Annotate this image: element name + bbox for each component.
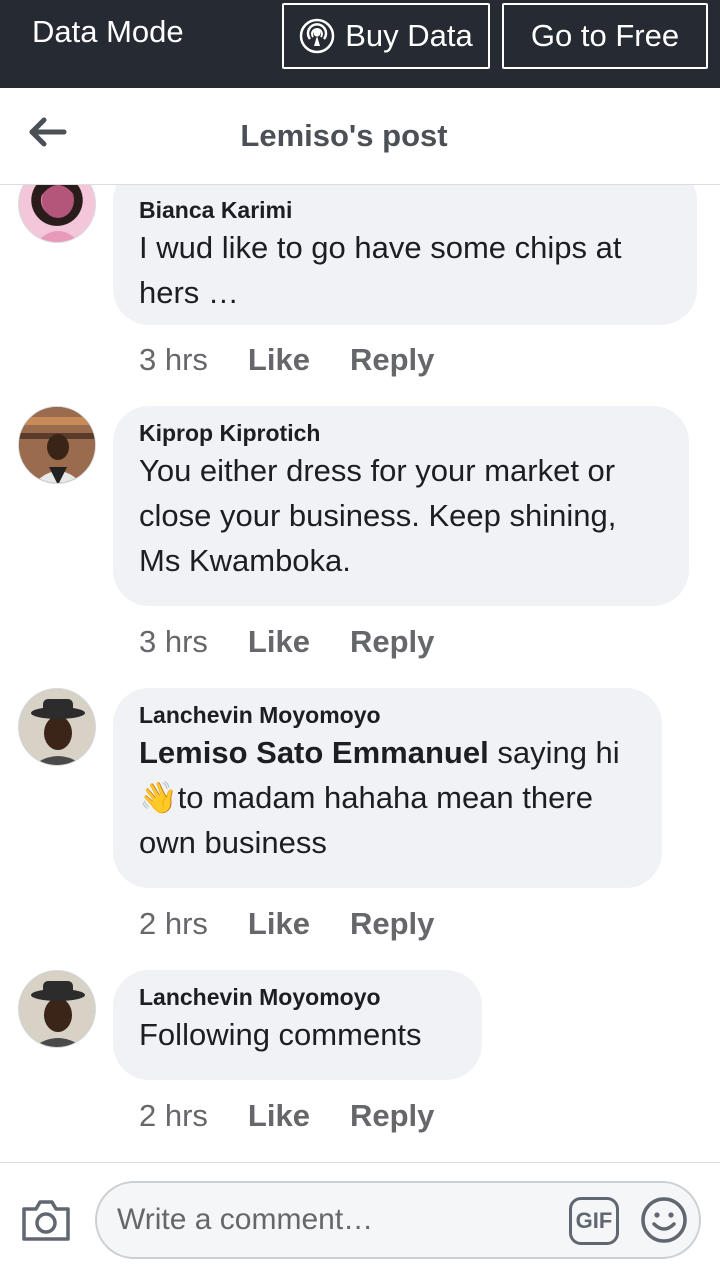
mention-link[interactable]: Lemiso Sato Emmanuel [139, 735, 489, 770]
like-button[interactable]: Like [248, 622, 310, 662]
comment-author[interactable]: Lanchevin Moyomoyo [139, 700, 636, 730]
comment-bubble[interactable]: Bianca Karimi I wud like to go have some… [113, 185, 697, 325]
comment-actions: 3 hrs Like Reply [139, 340, 434, 380]
go-to-free-label: Go to Free [530, 18, 680, 53]
comment-bubble[interactable]: Lanchevin Moyomoyo Lemiso Sato Emmanuel … [113, 688, 662, 888]
comment-composer: GIF [0, 1162, 720, 1274]
broadcast-icon [299, 18, 335, 54]
comment-actions: 3 hrs Like Reply [139, 622, 434, 662]
like-button[interactable]: Like [248, 340, 310, 380]
comment-actions: 2 hrs Like Reply [139, 1096, 434, 1136]
avatar-image [19, 689, 95, 765]
avatar[interactable] [18, 185, 96, 243]
comment-author[interactable]: Bianca Karimi [139, 195, 671, 225]
avatar-image [37, 185, 79, 242]
avatar[interactable] [18, 688, 96, 766]
gif-icon[interactable]: GIF [569, 1197, 619, 1245]
reply-button[interactable]: Reply [350, 904, 434, 944]
buy-data-button[interactable]: Buy Data [282, 3, 490, 69]
like-button[interactable]: Like [248, 904, 310, 944]
buy-data-label: Buy Data [345, 18, 473, 53]
comment-text: Following comments [139, 1017, 422, 1052]
comment-author[interactable]: Lanchevin Moyomoyo [139, 982, 456, 1012]
smiley-icon[interactable] [639, 1195, 689, 1245]
comment-time: 3 hrs [139, 624, 208, 659]
comment-time: 2 hrs [139, 906, 208, 941]
comment-input[interactable] [117, 1195, 557, 1245]
comment-bubble[interactable]: Kiprop Kiprotich You either dress for yo… [113, 406, 689, 606]
gif-label: GIF [575, 1208, 613, 1233]
reply-button[interactable]: Reply [350, 340, 434, 380]
like-button[interactable]: Like [248, 1096, 310, 1136]
comment-bubble[interactable]: Lanchevin Moyomoyo Following comments [113, 970, 482, 1080]
waving-hand-emoji: 👋 [139, 780, 178, 815]
page-title: Lemiso's post [240, 118, 448, 153]
comment-text: You either dress for your market or clos… [139, 453, 617, 578]
avatar-image [19, 407, 95, 483]
comment-text-part: to madam hahaha mean there own business [139, 780, 593, 860]
comment-text: Lemiso Sato Emmanuel saying hi 👋to madam… [139, 730, 636, 865]
avatar[interactable] [18, 970, 96, 1048]
reply-button[interactable]: Reply [350, 622, 434, 662]
comments-list[interactable]: Bianca Karimi I wud like to go have some… [0, 185, 720, 1162]
avatar-image [19, 971, 95, 1047]
comment-input-box[interactable]: GIF [95, 1181, 701, 1259]
comment-author[interactable]: Kiprop Kiprotich [139, 418, 663, 448]
reply-button[interactable]: Reply [350, 1096, 434, 1136]
post-header: Lemiso's post [0, 88, 720, 185]
comment-actions: 2 hrs Like Reply [139, 904, 434, 944]
comment-text-part: saying hi [488, 735, 620, 770]
comment-time: 3 hrs [139, 342, 208, 377]
go-to-free-button[interactable]: Go to Free [502, 3, 708, 69]
avatar[interactable] [18, 406, 96, 484]
data-mode-bar: Data Mode Buy Data Go to Free [0, 0, 720, 88]
camera-icon[interactable] [20, 1197, 72, 1243]
comment-text: I wud like to go have some chips at hers… [139, 230, 622, 310]
data-mode-label: Data Mode [32, 14, 184, 49]
comment-time: 2 hrs [139, 1098, 208, 1133]
